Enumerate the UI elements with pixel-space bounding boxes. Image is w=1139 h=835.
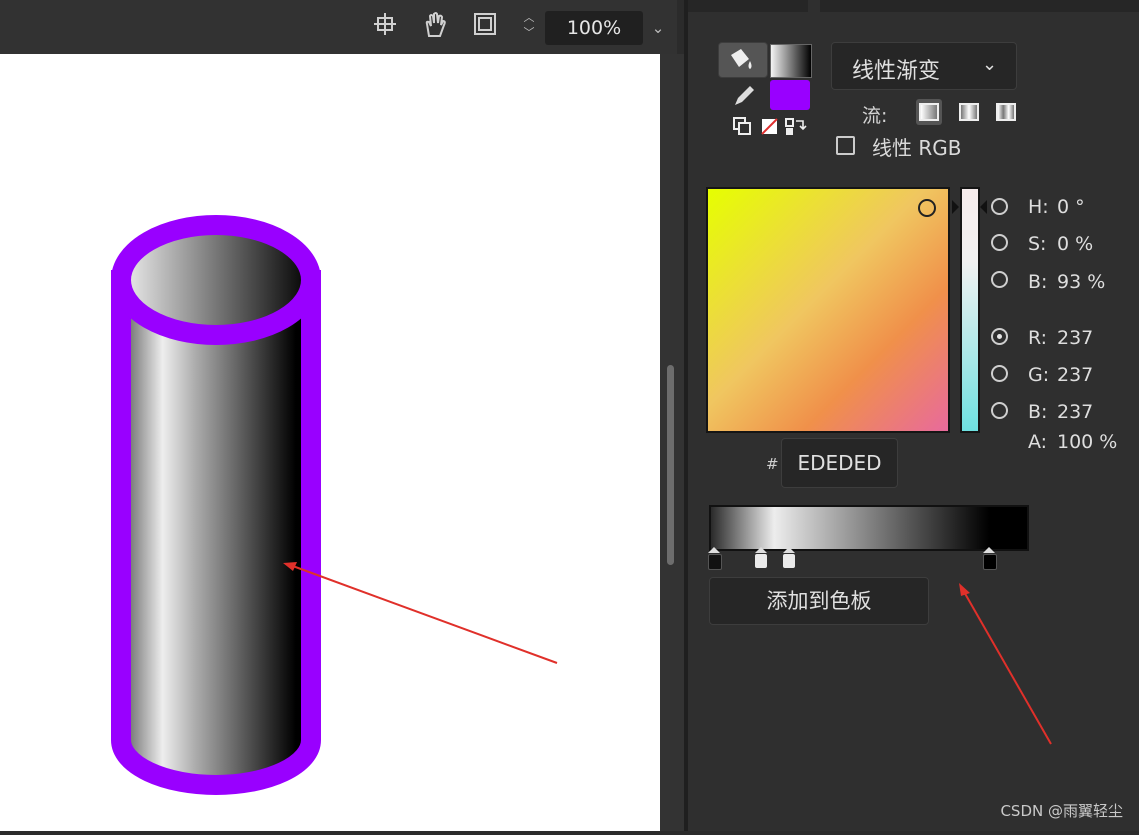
vertical-scrollbar[interactable] [667, 365, 674, 565]
color-picker-handle[interactable] [918, 199, 936, 217]
hue-slider[interactable] [960, 187, 980, 433]
b-rgb-value[interactable]: 237 [1057, 401, 1093, 423]
paint-bucket-icon [731, 49, 752, 69]
s-radio[interactable] [991, 234, 1008, 251]
color-panel: 线性渐变 ⌄ 流: 线性 RGB H: 0 ° S: 0 % B: 93 % R… [688, 0, 1139, 831]
default-colors-icon [733, 117, 751, 135]
s-key: S: [1028, 233, 1047, 255]
gradient-stop[interactable] [983, 547, 997, 570]
fill-swatch[interactable] [770, 44, 812, 78]
h-value[interactable]: 0 ° [1057, 196, 1085, 218]
h-radio[interactable] [991, 198, 1008, 215]
r-key: R: [1028, 327, 1048, 349]
hex-input[interactable]: EDEDED [781, 438, 898, 488]
r-radio[interactable] [991, 328, 1008, 345]
b-rgb-radio[interactable] [991, 402, 1008, 419]
flow-label: 流: [862, 105, 888, 127]
g-key: G: [1028, 364, 1050, 386]
b-radio[interactable] [991, 271, 1008, 288]
panel-tab-color[interactable] [808, 0, 820, 12]
gradient-stop[interactable] [755, 547, 767, 569]
pencil-icon[interactable] [730, 80, 760, 110]
stroke-swatch[interactable] [770, 80, 810, 110]
hex-label: # [766, 455, 779, 473]
hand-icon[interactable] [420, 11, 450, 41]
cylinder-body [111, 270, 321, 795]
panel-tabs [688, 0, 1139, 12]
g-value[interactable]: 237 [1057, 364, 1093, 386]
flow-pad-button[interactable] [916, 99, 942, 125]
zoom-dropdown-chevron-icon[interactable]: ⌄ [647, 11, 669, 45]
cylinder-top [111, 215, 321, 345]
b-rgb-key: B: [1028, 401, 1048, 423]
chevron-down-icon[interactable]: ﹀ [518, 25, 540, 40]
linear-rgb-checkbox[interactable] [836, 136, 855, 155]
cylinder-drawing[interactable] [0, 54, 660, 831]
color-field[interactable] [706, 187, 950, 433]
annotation-arrow [289, 564, 558, 664]
swatch-tools [732, 114, 808, 136]
crosshair-icon[interactable] [370, 11, 400, 41]
flow-repeat-button[interactable] [993, 99, 1019, 125]
swap-colors-icon [785, 118, 807, 135]
fill-type-dropdown[interactable]: 线性渐变 ⌄ [831, 42, 1017, 90]
document-canvas[interactable] [0, 54, 660, 831]
gradient-bar[interactable] [709, 505, 1029, 551]
hue-slider-handle-left[interactable] [952, 200, 959, 214]
hue-slider-handle-right[interactable] [980, 200, 987, 214]
h-key: H: [1028, 196, 1049, 218]
zoom-input[interactable]: 100% [545, 11, 643, 45]
a-key: A: [1028, 431, 1048, 453]
chevron-up-icon[interactable]: ︿ [518, 10, 540, 25]
canvas-toolbar: ︿ ﹀ 100% ⌄ [0, 0, 677, 54]
b-value[interactable]: 93 % [1057, 271, 1105, 293]
artboard-icon[interactable] [470, 11, 500, 41]
fill-type-label: 线性渐变 [852, 59, 941, 84]
annotation-arrow [959, 583, 1052, 745]
gradient-stop[interactable] [708, 547, 722, 570]
b-key: B: [1028, 271, 1048, 293]
zoom-stepper[interactable]: ︿ ﹀ [518, 10, 540, 44]
g-radio[interactable] [991, 365, 1008, 382]
gradient-stop[interactable] [783, 547, 795, 569]
a-value[interactable]: 100 % [1057, 431, 1117, 453]
r-value[interactable]: 237 [1057, 327, 1093, 349]
fill-mode-button[interactable] [718, 42, 768, 78]
add-to-swatches-button[interactable]: 添加到色板 [709, 577, 929, 625]
linear-rgb-label: 线性 RGB [872, 136, 962, 160]
s-value[interactable]: 0 % [1057, 233, 1093, 255]
chevron-down-icon: ⌄ [982, 54, 998, 75]
flow-reflect-button[interactable] [956, 99, 982, 125]
watermark: CSDN @雨翼轻尘 [1000, 802, 1123, 820]
no-color-icon [761, 118, 778, 135]
